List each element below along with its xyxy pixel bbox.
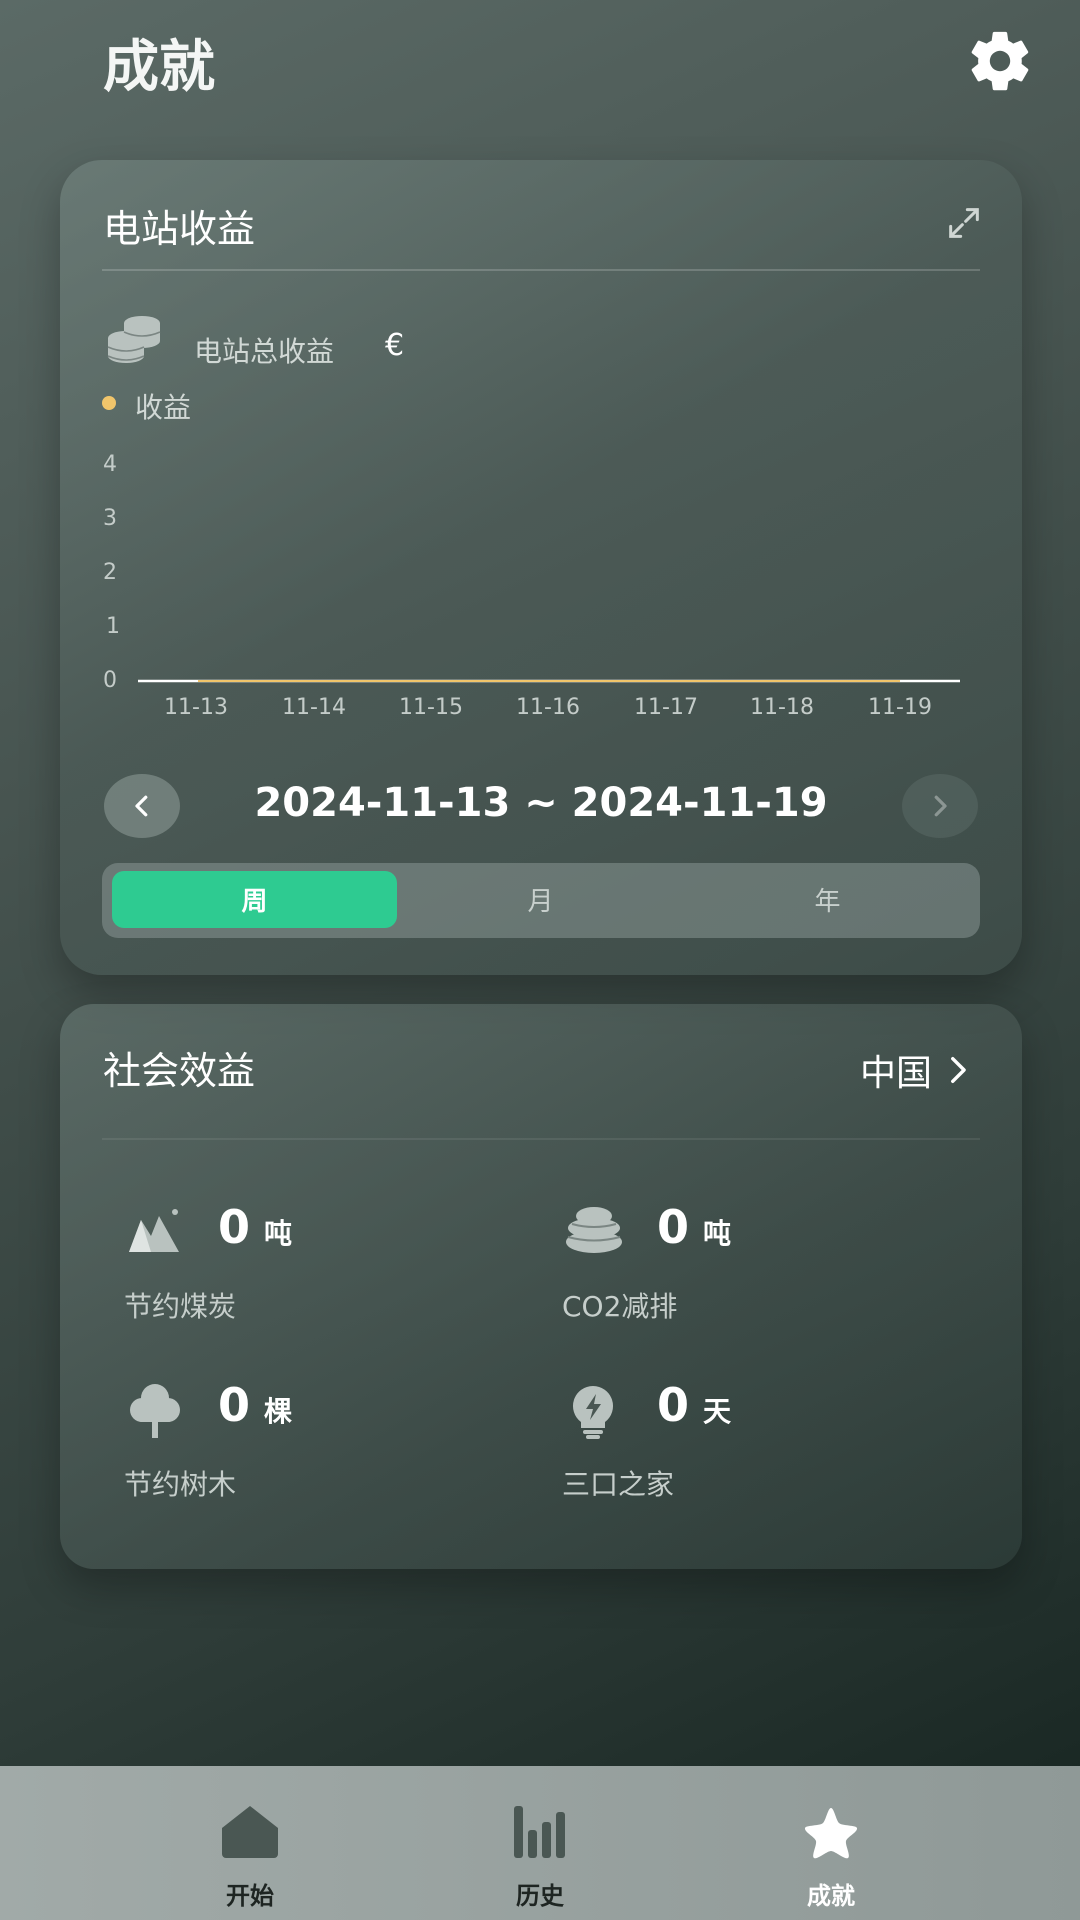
x-tick-1113: 11-13: [164, 695, 228, 720]
stat-household-label: 三口之家: [562, 1468, 675, 1501]
stat-coal-label: 节约煤炭: [124, 1290, 237, 1323]
lightbulb-icon: [570, 1384, 616, 1440]
stat-co2-unit: 吨: [703, 1217, 732, 1250]
date-range-label: 2024-11-13 ~ 2024-11-19: [254, 780, 828, 826]
chevron-right-icon: [951, 1056, 966, 1084]
period-segmented-control: 周 月 年: [102, 863, 980, 938]
region-label: 中国: [860, 1053, 933, 1094]
y-tick-4: 4: [103, 452, 117, 477]
x-tick-1116: 11-16: [516, 695, 580, 720]
stat-trees: 0 棵: [218, 1378, 292, 1432]
stat-household: 0 天: [657, 1378, 731, 1432]
total-earnings-label: 电站总收益: [194, 335, 335, 368]
page-title: 成就: [103, 35, 215, 100]
y-tick-3: 3: [103, 506, 117, 531]
earnings-card-title: 电站收益: [103, 207, 256, 251]
bottom-tab-bar: 开始 历史 成就: [0, 1766, 1080, 1920]
currency-symbol: €: [385, 328, 405, 363]
tab-achievements[interactable]: 成就: [771, 1804, 891, 1914]
stat-trees-unit: 棵: [264, 1395, 293, 1428]
legend-label: 收益: [135, 391, 192, 424]
stat-household-unit: 天: [703, 1395, 732, 1428]
chevron-left-icon: [135, 795, 148, 817]
stat-co2-value: 0: [657, 1200, 690, 1254]
settings-button[interactable]: [965, 26, 1035, 96]
stat-coal-value: 0: [218, 1200, 251, 1254]
tab-start-label: 开始: [226, 1882, 274, 1910]
gear-icon: [971, 31, 1029, 91]
bar-chart-icon: [514, 1806, 565, 1858]
y-tick-2: 2: [103, 560, 117, 585]
earnings-chart: [138, 679, 960, 683]
star-icon: [804, 1808, 858, 1859]
chevron-right-icon: [934, 795, 947, 817]
segment-year[interactable]: 年: [685, 871, 970, 928]
expand-icon: [949, 208, 979, 238]
x-tick-1119: 11-19: [868, 695, 932, 720]
stat-trees-value: 0: [218, 1378, 251, 1432]
tree-icon: [128, 1382, 182, 1438]
tab-start[interactable]: 开始: [190, 1804, 310, 1914]
prev-range-button[interactable]: [104, 774, 180, 838]
mountain-coal-icon: [127, 1206, 183, 1254]
x-tick-1118: 11-18: [750, 695, 814, 720]
social-card-title: 社会效益: [103, 1049, 256, 1093]
stat-coal: 0 吨: [218, 1200, 292, 1254]
stat-trees-label: 节约树木: [124, 1468, 237, 1501]
home-icon: [222, 1806, 278, 1858]
expand-button[interactable]: [944, 203, 984, 243]
next-range-button[interactable]: [902, 774, 978, 838]
y-tick-1: 1: [106, 614, 120, 639]
tab-achievements-label: 成就: [807, 1882, 855, 1910]
stat-coal-unit: 吨: [264, 1217, 293, 1250]
legend-dot: [102, 396, 116, 410]
stat-co2: 0 吨: [657, 1200, 731, 1254]
earnings-divider: [102, 269, 980, 271]
tab-history[interactable]: 历史: [480, 1804, 600, 1914]
region-selector[interactable]: 中国: [860, 1044, 974, 1096]
y-tick-0: 0: [103, 668, 117, 693]
segment-week[interactable]: 周: [112, 871, 397, 928]
x-tick-1115: 11-15: [399, 695, 463, 720]
x-tick-1117: 11-17: [634, 695, 698, 720]
coins-icon: [104, 314, 164, 364]
social-divider: [102, 1138, 980, 1140]
stat-co2-label: CO2减排: [562, 1290, 678, 1323]
stat-household-value: 0: [657, 1378, 690, 1432]
segment-month[interactable]: 月: [398, 871, 683, 928]
cloud-icon: [564, 1204, 624, 1256]
x-tick-1114: 11-14: [282, 695, 346, 720]
tab-history-label: 历史: [516, 1882, 564, 1910]
